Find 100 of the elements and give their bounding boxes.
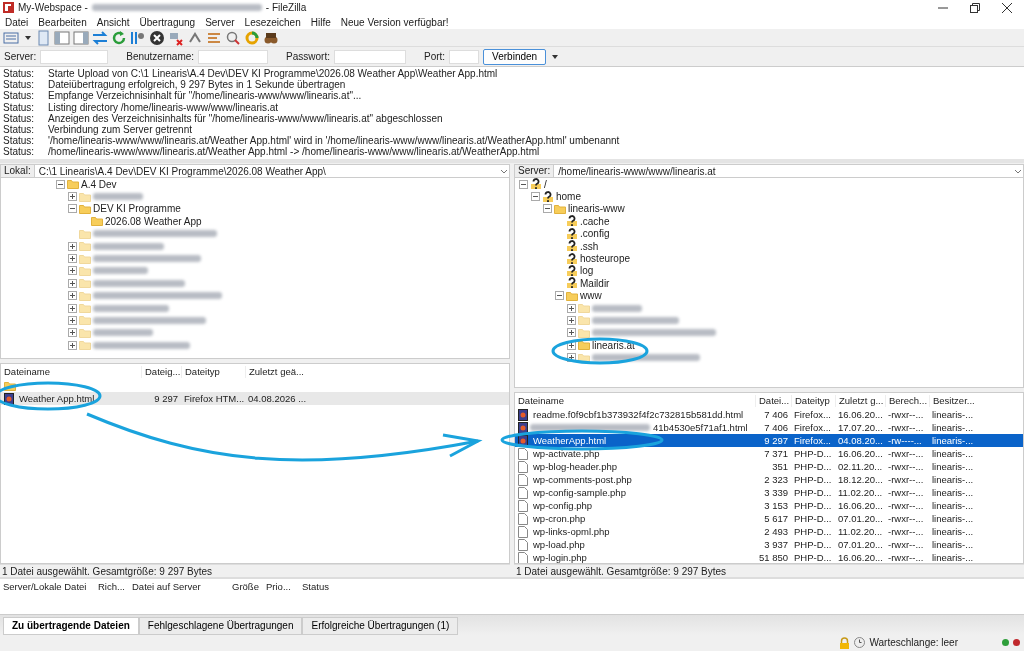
table-cell-text: -rwxr--... xyxy=(887,486,925,499)
table-cell-text: 7 406 xyxy=(763,408,789,421)
expander-icon[interactable] xyxy=(543,204,552,214)
window-title: My-Webspace - xyxy=(18,1,88,15)
table-cell-text: 9 297 xyxy=(153,392,179,405)
menu-item[interactable]: Übertragung xyxy=(134,14,201,30)
cancel-icon[interactable] xyxy=(149,29,165,46)
expander-icon[interactable] xyxy=(531,192,540,202)
table-cell-text: Firefox... xyxy=(793,421,832,434)
file-name[interactable]: wp-config-sample.php xyxy=(530,486,755,499)
search-icon[interactable] xyxy=(225,29,241,46)
column-header[interactable]: Dateiname xyxy=(515,394,755,407)
tree-item[interactable]: www xyxy=(580,288,602,304)
column-header[interactable]: Datei auf Server xyxy=(129,580,229,593)
field-label: Passwort: xyxy=(286,50,330,64)
queue-status: Warteschlange: leer xyxy=(869,636,958,650)
menu-item[interactable]: Ansicht xyxy=(91,14,135,30)
field-label: Port: xyxy=(423,50,446,64)
table-cell-text: -rwxr--... xyxy=(887,538,925,551)
field-label: Benutzername: xyxy=(126,50,195,64)
tab[interactable]: Fehlgeschlagene Übertragungen xyxy=(138,617,303,635)
menu-item[interactable]: Datei xyxy=(0,14,34,30)
path-field[interactable]: /home/linearis-www/www/linearis.at xyxy=(554,163,1013,179)
file-name[interactable]: WeatherApp.html xyxy=(530,434,755,447)
refresh-icon[interactable] xyxy=(111,29,127,46)
html-file-icon xyxy=(518,421,528,434)
column-header[interactable]: Status xyxy=(299,580,349,593)
expander-icon[interactable] xyxy=(68,340,77,350)
column-header[interactable]: Datei... xyxy=(755,394,791,407)
input-field[interactable] xyxy=(333,49,406,64)
log-message: Anzeigen des Verzeichnisinhalts für "/home/linearis-www/www/linearis.at" abgeschlossen xyxy=(48,112,443,124)
redacted-label xyxy=(592,304,642,312)
expander-icon[interactable] xyxy=(68,328,77,338)
expander-icon[interactable] xyxy=(567,303,576,313)
expander-icon[interactable] xyxy=(68,316,77,325)
expander-icon[interactable] xyxy=(555,291,564,301)
column-header[interactable]: Besitzer... xyxy=(929,394,979,407)
column-header[interactable]: Zuletzt geä... xyxy=(245,365,317,378)
column-header[interactable]: Berech... xyxy=(885,394,929,407)
file-name[interactable]: wp-login.php xyxy=(530,551,755,563)
tab[interactable]: Erfolgreiche Übertragungen (1) xyxy=(302,617,459,635)
expander-icon[interactable] xyxy=(68,241,77,251)
tab[interactable]: Zu übertragende Dateien xyxy=(3,617,139,635)
expander-icon[interactable] xyxy=(567,316,576,325)
folder-icon xyxy=(79,202,91,215)
column-header[interactable]: Prio... xyxy=(263,580,299,593)
expander-icon[interactable] xyxy=(68,303,77,313)
unknown-folder-icon xyxy=(542,190,554,203)
column-header[interactable]: Dateiname xyxy=(1,365,141,378)
tree-item[interactable]: / xyxy=(544,178,547,192)
input-field[interactable] xyxy=(198,49,269,64)
maximize-icon[interactable] xyxy=(970,2,980,13)
file-name[interactable]: 41b4530e5f71af1.html xyxy=(650,421,755,434)
expander-icon[interactable] xyxy=(68,278,77,288)
file-name[interactable]: Weather App.html xyxy=(16,392,141,405)
path-field[interactable]: C:\1 Linearis\A.4 Dev\DEV KI Programme\2026.08 Weather App\ xyxy=(34,163,499,179)
expander-icon[interactable] xyxy=(68,254,77,264)
expander-icon[interactable] xyxy=(68,266,77,276)
file-icon xyxy=(518,447,528,460)
folder-icon xyxy=(67,178,79,191)
log-label: Status: xyxy=(3,135,36,147)
unknown-folder-icon xyxy=(566,264,578,277)
close-icon[interactable] xyxy=(1002,2,1012,13)
column-header[interactable]: Dateityp xyxy=(791,394,835,407)
menu-item[interactable]: Hilfe xyxy=(305,14,336,30)
expander-icon[interactable] xyxy=(68,192,77,202)
column-header[interactable]: Zuletzt g... xyxy=(835,394,885,407)
input-field[interactable] xyxy=(40,49,109,64)
tree-item[interactable]: A.4 Dev xyxy=(81,178,117,192)
column-header[interactable]: Dateityp xyxy=(181,365,245,378)
table-cell-text: -rwxr--... xyxy=(887,499,925,512)
expander-icon[interactable] xyxy=(567,353,576,363)
file-name[interactable]: readme.f0f9cbf1b373932f4f2c732815b581dd.html xyxy=(530,408,755,421)
expander-icon[interactable] xyxy=(68,291,77,301)
file-name[interactable]: wp-activate.php xyxy=(530,447,755,460)
log-label: Status: xyxy=(3,68,36,80)
transfer-arrows-icon[interactable] xyxy=(92,29,108,46)
file-name[interactable]: wp-load.php xyxy=(530,538,755,551)
menu-item[interactable]: Neue Version verfügbar! xyxy=(335,14,454,30)
expander-icon[interactable] xyxy=(56,179,65,189)
column-header[interactable]: Server/Lokale Datei xyxy=(0,580,95,593)
file-name[interactable]: wp-links-opml.php xyxy=(530,525,755,538)
filter-icon[interactable] xyxy=(130,29,146,46)
column-header[interactable]: Dateig... xyxy=(141,365,181,378)
connect-button[interactable]: Verbinden xyxy=(483,48,547,65)
file-name[interactable]: wp-comments-post.php xyxy=(530,473,755,486)
file-name[interactable]: wp-config.php xyxy=(530,499,755,512)
file-name[interactable]: wp-cron.php xyxy=(530,512,755,525)
menu-item[interactable]: Bearbeiten xyxy=(33,14,92,30)
unknown-folder-icon xyxy=(566,252,578,265)
menu-item[interactable]: Lesezeichen xyxy=(239,14,306,30)
menu-item[interactable]: Server xyxy=(200,14,240,30)
expander-icon[interactable] xyxy=(68,204,77,214)
expander-icon[interactable] xyxy=(567,340,576,350)
input-field[interactable] xyxy=(449,49,480,64)
column-header[interactable]: Rich... xyxy=(95,580,129,593)
column-header[interactable]: Größe xyxy=(229,580,263,593)
expander-icon[interactable] xyxy=(567,328,576,338)
expander-icon[interactable] xyxy=(519,179,528,189)
file-name[interactable]: wp-blog-header.php xyxy=(530,460,755,473)
